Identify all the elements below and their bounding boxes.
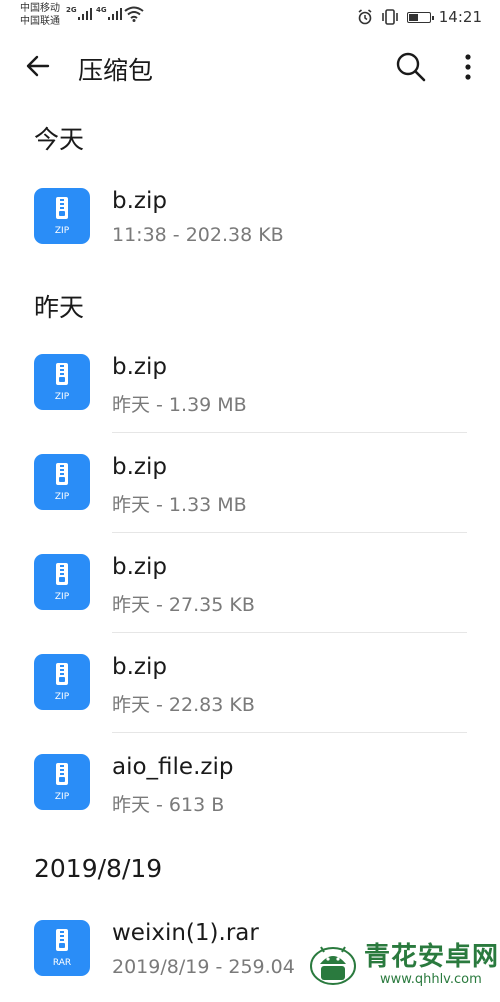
watermark: 青花安卓网 www.qhhlv.com — [308, 932, 498, 994]
alarm-icon — [358, 9, 372, 25]
file-meta: 昨天 - 1.33 MB — [112, 494, 247, 516]
zip-file-icon: ZIP — [34, 454, 90, 510]
zipper-icon — [56, 563, 68, 585]
file-type-label: ZIP — [54, 392, 70, 402]
file-list-item[interactable]: ZIP b.zip 昨天 - 27.35 KB — [0, 536, 500, 636]
section-header-today: 今天 — [34, 125, 85, 154]
status-right: 14:21 — [357, 8, 482, 26]
file-name: weixin(1).rar — [112, 920, 259, 946]
zipper-icon — [56, 197, 68, 219]
file-list-item[interactable]: ZIP b.zip 昨天 - 1.33 MB — [0, 436, 500, 536]
file-type-label: ZIP — [54, 492, 70, 502]
file-list-item[interactable]: ZIP b.zip 11:38 - 202.38 KB — [0, 170, 500, 270]
zipper-icon — [56, 463, 68, 485]
signal-icon — [78, 8, 92, 20]
file-list-item[interactable]: ZIP aio_file.zip 昨天 - 613 B — [0, 736, 500, 836]
section-header-date: 2019/8/19 — [34, 854, 163, 883]
rar-file-icon: RAR — [34, 920, 90, 976]
wifi-icon — [124, 6, 144, 22]
more-vertical-icon[interactable] — [458, 50, 478, 84]
file-name: b.zip — [112, 554, 167, 580]
network-type-2: 4G — [96, 6, 107, 14]
zipper-icon — [56, 929, 68, 951]
app-bar: 压缩包 — [0, 36, 500, 100]
file-type-label: ZIP — [54, 592, 70, 602]
page-title: 压缩包 — [78, 56, 154, 85]
network-type-1: 2G — [66, 6, 77, 14]
battery-icon — [406, 11, 434, 23]
file-meta: 昨天 - 1.39 MB — [112, 394, 247, 416]
zip-file-icon: ZIP — [34, 554, 90, 610]
file-type-label: RAR — [52, 958, 72, 968]
file-type-label: ZIP — [54, 792, 70, 802]
zip-file-icon: ZIP — [34, 188, 90, 244]
android-logo-icon — [310, 946, 356, 985]
carrier-2: 中国联通 — [20, 16, 60, 27]
file-type-label: ZIP — [54, 226, 70, 236]
signal-icon — [108, 8, 122, 20]
file-meta: 2019/8/19 - 259.04 — [112, 956, 295, 978]
zip-file-icon: ZIP — [34, 654, 90, 710]
file-type-label: ZIP — [54, 692, 70, 702]
file-meta: 昨天 - 27.35 KB — [112, 594, 255, 616]
arrow-left-icon[interactable] — [22, 50, 54, 82]
watermark-title: 青花安卓网 — [364, 942, 500, 972]
clock: 14:21 — [438, 8, 482, 26]
file-name: b.zip — [112, 454, 167, 480]
zipper-icon — [56, 663, 68, 685]
divider — [112, 732, 467, 733]
battery-fill — [408, 13, 418, 21]
file-name: b.zip — [112, 654, 167, 680]
divider — [112, 532, 467, 533]
file-list-item[interactable]: ZIP b.zip 昨天 - 1.39 MB — [0, 336, 500, 436]
status-bar: 中国移动 中国联通 2G 4G 14:21 — [0, 0, 500, 36]
file-meta: 11:38 - 202.38 KB — [112, 224, 284, 246]
section-header-yesterday: 昨天 — [34, 293, 85, 322]
zip-file-icon: ZIP — [34, 354, 90, 410]
file-name: b.zip — [112, 354, 167, 380]
zipper-icon — [56, 363, 68, 385]
carrier-1: 中国移动 — [20, 3, 60, 14]
file-name: b.zip — [112, 188, 167, 214]
search-icon[interactable] — [394, 50, 428, 84]
divider — [112, 432, 467, 433]
file-list-item[interactable]: ZIP b.zip 昨天 - 22.83 KB — [0, 636, 500, 736]
divider — [112, 632, 467, 633]
watermark-url: www.qhhlv.com — [380, 972, 482, 987]
vibrate-icon — [381, 9, 398, 25]
zipper-icon — [56, 763, 68, 785]
zip-file-icon: ZIP — [34, 754, 90, 810]
file-name: aio_file.zip — [112, 754, 234, 780]
file-meta: 昨天 - 613 B — [112, 794, 225, 816]
carrier-labels: 中国移动 中国联通 — [20, 2, 60, 28]
file-meta: 昨天 - 22.83 KB — [112, 694, 255, 716]
